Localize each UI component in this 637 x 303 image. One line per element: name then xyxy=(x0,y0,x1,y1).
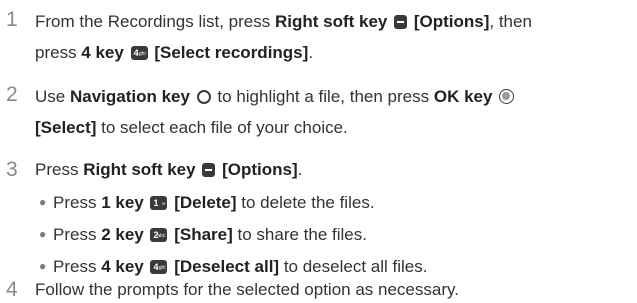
menu-option: [Select] xyxy=(35,118,97,137)
step-number: 4 xyxy=(6,278,18,301)
sub-step-deselect-all: ● Press 4 key 4 ghi [Deselect all] to dese… xyxy=(39,255,427,278)
number-4-key-icon: 4 ghi xyxy=(130,46,148,60)
text: press xyxy=(35,43,82,62)
text: . xyxy=(297,160,303,179)
text: . xyxy=(308,43,314,62)
menu-option: [Options] xyxy=(413,12,490,31)
step-number: 3 xyxy=(6,158,18,181)
bullet-icon: ● xyxy=(39,227,47,241)
step-line: From the Recordings list, press Right so… xyxy=(35,6,635,37)
text: to highlight a file, then press xyxy=(212,87,434,106)
right-soft-key-icon xyxy=(394,15,408,29)
key-name: 1 key xyxy=(101,193,144,212)
right-soft-key-icon xyxy=(202,163,216,177)
ok-key-icon xyxy=(499,89,515,104)
number-1-key-icon: 1 ∞ xyxy=(150,196,168,210)
text: Press xyxy=(35,160,84,179)
text: to delete the files. xyxy=(236,193,375,212)
text: Press xyxy=(53,225,102,244)
text: , then xyxy=(489,12,532,31)
text: to share the files. xyxy=(232,225,367,244)
key-name: 4 key xyxy=(81,43,124,62)
step-text: From the Recordings list, press Right so… xyxy=(35,6,635,68)
menu-option: [Delete] xyxy=(174,193,237,212)
text: to select each file of your choice. xyxy=(96,118,348,137)
text: to deselect all files. xyxy=(279,257,428,276)
key-name: Navigation key xyxy=(69,87,190,106)
instruction-document: 1 From the Recordings list, press Right … xyxy=(0,0,637,301)
step-line: Follow the prompts for the selected opti… xyxy=(35,276,635,303)
step-number: 2 xyxy=(6,83,18,106)
navigation-key-icon xyxy=(196,90,211,104)
step-line: Press Right soft key [Options]. xyxy=(35,156,635,183)
text: Use xyxy=(35,87,70,106)
menu-option: [Share] xyxy=(174,225,233,244)
step-text: Use Navigation key to highlight a file, … xyxy=(35,81,635,143)
text: Press xyxy=(53,193,102,212)
menu-option: [Options] xyxy=(222,160,298,179)
step-line: [Select] to select each file of your cho… xyxy=(35,112,635,143)
key-name: Right soft key xyxy=(274,12,388,31)
step-line: Use Navigation key to highlight a file, … xyxy=(35,81,635,112)
sub-step-delete: ● Press 1 key 1 ∞ [Delete] to delete the f… xyxy=(39,191,375,214)
number-4-key-icon: 4 ghi xyxy=(150,260,168,274)
text: Follow the prompts for the selected opti… xyxy=(35,280,459,299)
step-number: 1 xyxy=(6,8,18,31)
menu-option: [Select recordings] xyxy=(154,43,309,62)
key-name: OK key xyxy=(433,87,493,106)
menu-option: [Deselect all] xyxy=(174,257,280,276)
key-name: 4 key xyxy=(101,257,144,276)
number-2-key-icon: 2 abc xyxy=(150,228,168,242)
key-name: 2 key xyxy=(101,225,144,244)
text: From the Recordings list, press xyxy=(35,12,275,31)
key-name: Right soft key xyxy=(83,160,196,179)
step-text: Press Right soft key [Options]. xyxy=(35,156,635,183)
bullet-icon: ● xyxy=(39,195,47,209)
text: Press xyxy=(53,257,102,276)
sub-step-share: ● Press 2 key 2 abc [Share] to share the f… xyxy=(39,223,367,246)
step-line: press 4 key 4 ghi [Select recordings]. xyxy=(35,37,635,68)
bullet-icon: ● xyxy=(39,259,47,273)
step-text: Follow the prompts for the selected opti… xyxy=(35,276,635,303)
